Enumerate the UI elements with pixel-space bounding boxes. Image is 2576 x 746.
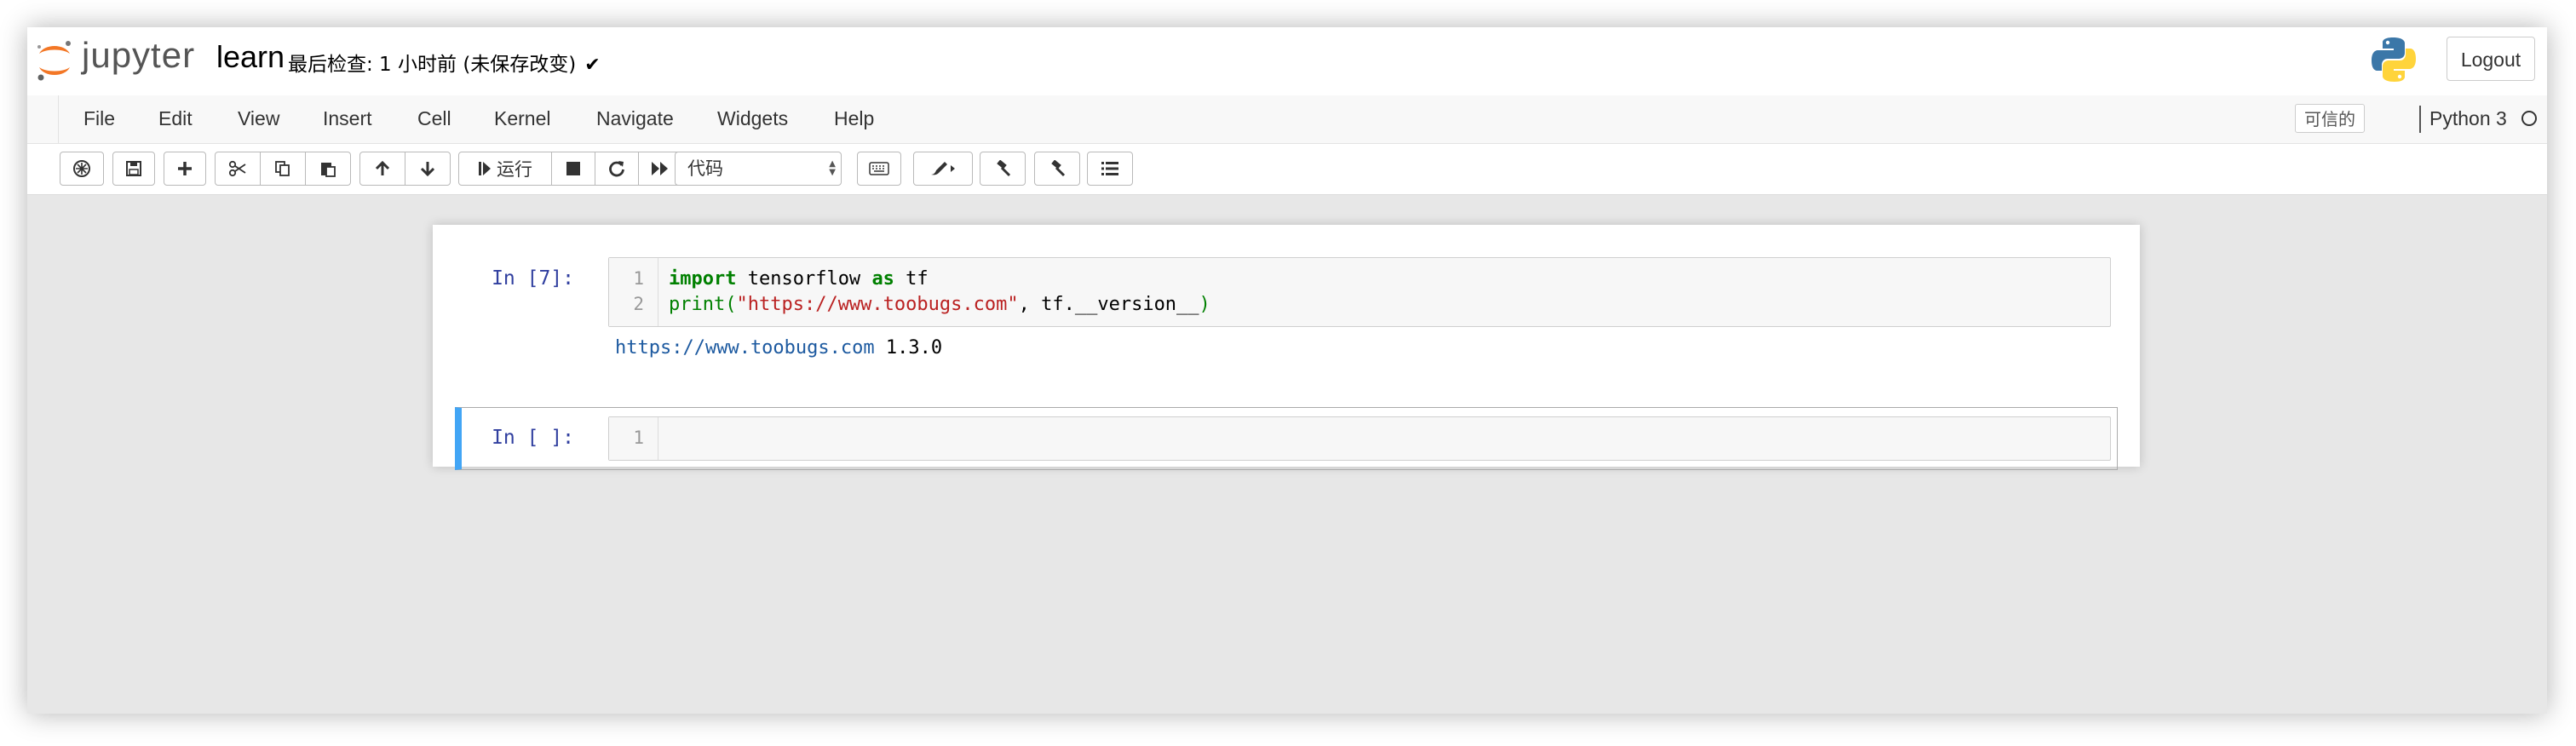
checkpoint-status: 最后检查: 1 小时前 (未保存改变) ✔ [288, 48, 601, 77]
ext-paint-button[interactable] [913, 152, 973, 186]
step-forward-icon [479, 162, 491, 175]
keyboard-icon [869, 162, 889, 175]
menu-cell[interactable]: Cell [417, 107, 451, 130]
paren: ( [725, 294, 737, 315]
arrow-up-icon [375, 160, 390, 175]
line-number: 1 [633, 268, 644, 289]
paintbrush-icon [931, 162, 955, 175]
restart-icon [609, 161, 624, 177]
kernel-idle-icon [2521, 111, 2537, 126]
menu-navigate[interactable]: Navigate [596, 107, 674, 130]
cut-button[interactable] [215, 152, 261, 186]
run-button[interactable]: 运行 [458, 152, 552, 186]
string-literal: "https://www.toobugs.com" [736, 294, 1019, 315]
code-cell-selected[interactable]: In [ ]: 1 [455, 407, 2118, 470]
cell-type-select[interactable]: 代码 ▲ ▼ [675, 152, 842, 186]
header-bar: jupyter learn 最后检查: 1 小时前 (未保存改变) ✔ Logou… [27, 27, 2547, 96]
jupyter-logo-icon[interactable] [34, 38, 75, 83]
logout-button[interactable]: Logout [2447, 37, 2535, 81]
kernel-name[interactable]: Python 3 [2429, 107, 2507, 130]
menu-file[interactable]: File [83, 107, 115, 130]
menu-kernel[interactable]: Kernel [494, 107, 550, 130]
restart-button[interactable] [595, 152, 639, 186]
jupyter-wordmark[interactable]: jupyter [82, 35, 195, 76]
paste-icon [321, 163, 336, 177]
menubar-divider [58, 95, 59, 143]
add-cell-button[interactable] [164, 152, 206, 186]
menu-bar: File Edit View Insert Cell Kernel Naviga… [27, 95, 2547, 144]
paste-button[interactable] [305, 152, 351, 186]
scissors-icon [228, 160, 246, 177]
toolbar: 运行 代码 ▲ ▼ [27, 144, 2547, 195]
menu-widgets[interactable]: Widgets [717, 107, 788, 130]
cell-output: https://www.toobugs.com 1.3.0 [615, 337, 942, 359]
keyboard-gear-icon [73, 160, 90, 177]
stop-icon [566, 162, 580, 175]
arrow-down-icon [420, 162, 435, 177]
keyword: as [871, 268, 894, 290]
menu-edit[interactable]: Edit [158, 107, 193, 130]
move-down-button[interactable] [405, 152, 451, 186]
cell-type-value: 代码 [687, 158, 723, 179]
checkmark-icon: ✔ [584, 55, 601, 76]
code-editor[interactable]: 1 [608, 416, 2111, 461]
save-button[interactable] [112, 152, 155, 186]
kernel-divider [2419, 106, 2421, 133]
checkpoint-text: 最后检查: 1 小时前 (未保存改变) [288, 54, 577, 76]
gavel-icon-2 [1051, 160, 1066, 177]
move-up-button[interactable] [359, 152, 405, 186]
toc-button[interactable] [1087, 152, 1133, 186]
menu-view[interactable]: View [238, 107, 279, 130]
code-line: import tensorflow as tf [669, 268, 929, 290]
interrupt-button[interactable] [551, 152, 595, 186]
notebook-container: In [7]: 1 2 import tensorflow as tf prin… [433, 225, 2140, 470]
plus-icon [178, 162, 192, 175]
line-gutter: 1 2 [609, 258, 658, 326]
output-version: 1.3.0 [874, 337, 943, 359]
list-icon [1101, 162, 1118, 175]
ext-gavel-2-button[interactable] [1034, 152, 1080, 186]
output-url: https://www.toobugs.com [615, 337, 875, 359]
keyboard-shortcuts-button[interactable] [857, 152, 901, 186]
notebook-name[interactable]: learn [216, 39, 285, 75]
code-text: tf [894, 268, 929, 290]
line-gutter: 1 [609, 417, 658, 460]
ext-gavel-button[interactable] [980, 152, 1026, 186]
trusted-badge[interactable]: 可信的 [2295, 104, 2365, 133]
browser-window: jupyter learn 最后检查: 1 小时前 (未保存改变) ✔ Logou… [27, 27, 2547, 714]
keyword: import [669, 268, 737, 290]
select-arrows-icon: ▲ ▼ [829, 159, 836, 177]
code-text: tensorflow [736, 268, 872, 290]
menu-help[interactable]: Help [834, 107, 874, 130]
copy-icon [275, 161, 290, 176]
run-label: 运行 [497, 159, 532, 180]
code-text: , tf.__version__ [1018, 294, 1199, 315]
code-cell[interactable]: In [7]: 1 2 import tensorflow as tf prin… [455, 250, 2118, 359]
input-prompt: In [ ]: [492, 427, 574, 449]
line-number: 2 [633, 294, 644, 314]
menu-insert[interactable]: Insert [323, 107, 372, 130]
gavel-icon [997, 160, 1011, 177]
save-icon [126, 161, 141, 176]
code-editor[interactable]: 1 2 import tensorflow as tf print("https… [608, 257, 2111, 327]
copy-button[interactable] [260, 152, 306, 186]
code-line: print("https://www.toobugs.com", tf.__ve… [669, 294, 1210, 315]
builtin-function: print [669, 294, 726, 315]
command-palette-button[interactable] [60, 152, 104, 186]
paren: ) [1199, 294, 1210, 315]
fast-forward-icon [652, 162, 668, 175]
python-logo-icon [2372, 37, 2416, 82]
line-number: 1 [633, 428, 644, 448]
input-prompt: In [7]: [492, 267, 574, 290]
